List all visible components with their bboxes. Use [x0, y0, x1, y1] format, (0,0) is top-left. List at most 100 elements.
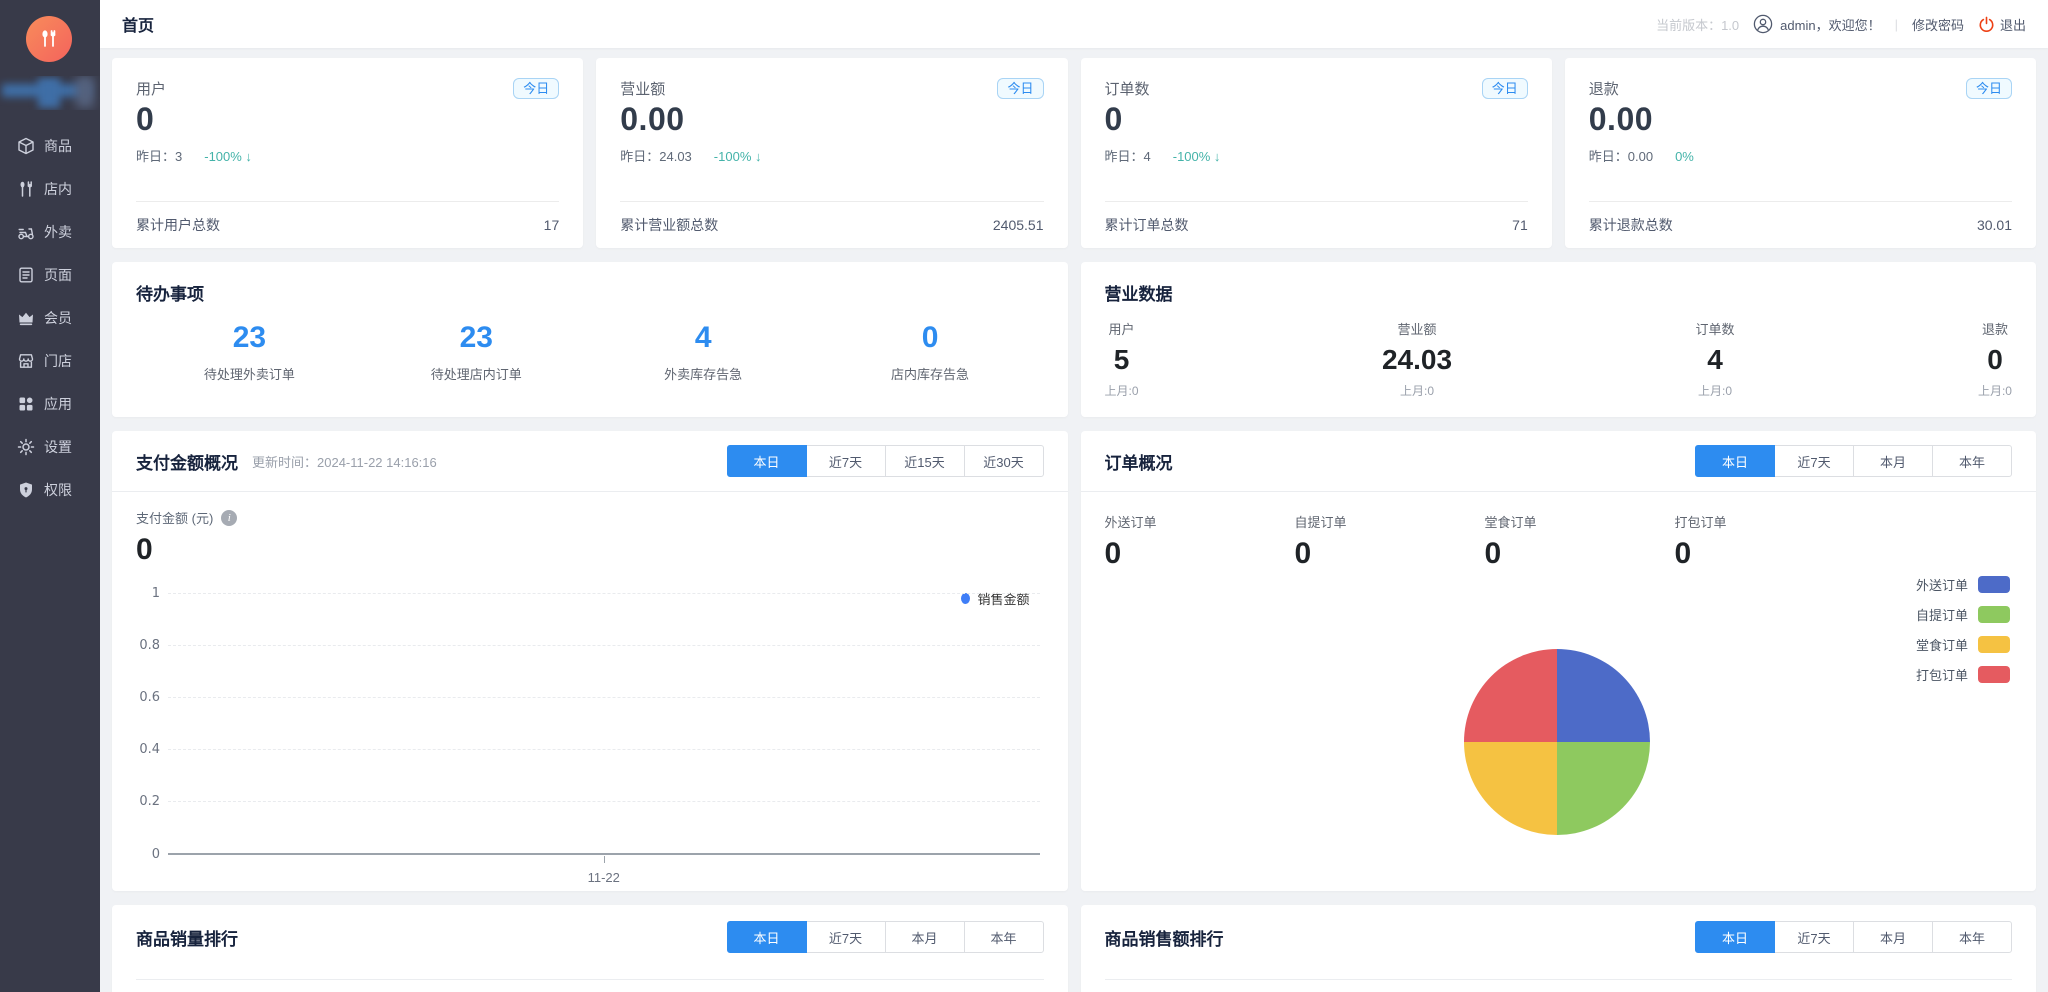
tab-this-month[interactable]: 本月	[885, 921, 965, 953]
user-menu[interactable]: admin，欢迎您！	[1753, 14, 1880, 34]
tab-last7days[interactable]: 近7天	[806, 921, 886, 953]
pie-legend-item-delivery[interactable]: 外送订单	[1916, 575, 2010, 594]
cutlery-logo-icon	[37, 27, 61, 51]
pie-legend-item-dinein[interactable]: 堂食订单	[1916, 635, 2010, 654]
todo-label: 待处理店内订单	[363, 364, 590, 383]
total-value: 2405.51	[993, 217, 1044, 233]
stat-card-value: 0.00	[620, 101, 1043, 138]
yesterday-value: 昨日：3	[136, 149, 182, 164]
todo-count: 23	[136, 321, 363, 355]
order-stat-dinein: 堂食订单 0	[1485, 512, 1675, 571]
sidebar-item-label: 应用	[44, 394, 72, 414]
sidebar-item-apps[interactable]: 应用	[0, 382, 100, 425]
updated-time: 更新时间：2024-11-22 14:16:16	[252, 452, 437, 471]
business-stat-value: 24.03	[1382, 344, 1452, 376]
tab-last7days[interactable]: 近7天	[806, 445, 886, 477]
pie-legend-item-takeaway[interactable]: 打包订单	[1916, 665, 2010, 684]
line-legend-sales[interactable]: 销售金额	[961, 589, 1029, 608]
order-panel-title: 订单概况	[1105, 449, 1173, 474]
page-title: 首页	[122, 12, 154, 36]
total-value: 17	[544, 217, 560, 233]
order-pie-chart	[1464, 649, 1650, 835]
total-label: 累计订单总数	[1105, 215, 1189, 235]
avatar-icon	[1753, 14, 1773, 34]
sidebar-item-settings[interactable]: 设置	[0, 425, 100, 468]
todo-item-instore-stock[interactable]: 0 店内库存告急	[817, 321, 1044, 383]
tab-this-year[interactable]: 本年	[1932, 445, 2012, 477]
logout-button[interactable]: 退出	[1978, 15, 2026, 34]
charts-row: 支付金额概况 更新时间：2024-11-22 14:16:16 本日 近7天 近…	[112, 431, 2036, 891]
rankings-row: 商品销量排行 本日 近7天 本月 本年 商品销售额排行	[112, 905, 2036, 992]
stat-card-orders: 订单数 今日 0 昨日：4-100% ↓ 累计订单总数71	[1081, 58, 1552, 248]
order-stat-label: 堂食订单	[1485, 512, 1675, 531]
rank-panel-title: 商品销售额排行	[1105, 925, 1224, 950]
payment-line-chart: 销售金额 1 0.8 0.6 0.4 0.2 0 11-22	[122, 593, 1044, 853]
tab-last7days[interactable]: 近7天	[1774, 921, 1854, 953]
y-axis-tick: 0.2	[126, 794, 160, 809]
pie-legend-item-pickup[interactable]: 自提订单	[1916, 605, 2010, 624]
tab-today[interactable]: 本日	[727, 445, 807, 477]
todo-item-instore-pending[interactable]: 23 待处理店内订单	[363, 321, 590, 383]
todo-item-takeout-stock[interactable]: 4 外卖库存告急	[590, 321, 817, 383]
business-panel-title: 营业数据	[1105, 280, 2013, 305]
todo-label: 待处理外卖订单	[136, 364, 363, 383]
sidebar-item-instore[interactable]: 店内	[0, 167, 100, 210]
order-stat-label: 打包订单	[1675, 512, 1865, 531]
tab-last7days[interactable]: 近7天	[1774, 445, 1854, 477]
change-password-link[interactable]: 修改密码	[1912, 15, 1964, 34]
stat-card-users: 用户 今日 0 昨日：3-100% ↓ 累计用户总数17	[112, 58, 583, 248]
topbar: 首页 当前版本：1.0 admin，欢迎您！ | 修改密码 退出	[100, 0, 2048, 48]
order-pie-chart-area: 外送订单 自提订单 堂食订单	[1081, 571, 2037, 871]
sidebar-item-label: 商品	[44, 136, 72, 156]
tab-this-year[interactable]: 本年	[1932, 921, 2012, 953]
sidebar-item-takeout[interactable]: 外卖	[0, 210, 100, 253]
change-percent: 0%	[1675, 149, 1694, 164]
divider	[136, 979, 1044, 980]
payment-overview-panel: 支付金额概况 更新时间：2024-11-22 14:16:16 本日 近7天 近…	[112, 431, 1068, 891]
y-axis-tick: 0.6	[126, 690, 160, 705]
info-icon[interactable]: i	[221, 510, 237, 526]
payment-range-tabs: 本日 近7天 近15天 近30天	[727, 445, 1044, 477]
gear-icon	[17, 438, 35, 456]
business-stat-label: 营业额	[1382, 319, 1452, 338]
pie-legend-label: 打包订单	[1916, 665, 1968, 684]
sidebar-item-goods[interactable]: 商品	[0, 124, 100, 167]
tab-today[interactable]: 本日	[727, 921, 807, 953]
sidebar-item-label: 权限	[44, 480, 72, 500]
tab-today[interactable]: 本日	[1695, 921, 1775, 953]
tab-last15days[interactable]: 近15天	[885, 445, 965, 477]
volume-range-tabs: 本日 近7天 本月 本年	[727, 921, 1044, 953]
todo-count: 0	[817, 321, 1044, 355]
welcome-text: admin，欢迎您！	[1780, 15, 1880, 34]
tab-last30days[interactable]: 近30天	[964, 445, 1044, 477]
pie-legend-label: 自提订单	[1916, 605, 1968, 624]
stat-card-title: 用户	[136, 78, 166, 99]
todo-count: 23	[363, 321, 590, 355]
order-range-tabs: 本日 近7天 本月 本年	[1695, 445, 2012, 477]
sidebar-item-pages[interactable]: 页面	[0, 253, 100, 296]
sidebar-item-stores[interactable]: 门店	[0, 339, 100, 382]
app-logo[interactable]	[26, 16, 72, 62]
tab-this-month[interactable]: 本月	[1853, 921, 1933, 953]
version-label: 当前版本：1.0	[1656, 15, 1739, 34]
sidebar-item-label: 页面	[44, 265, 72, 285]
tab-this-year[interactable]: 本年	[964, 921, 1044, 953]
sidebar-item-permissions[interactable]: 权限	[0, 468, 100, 511]
todo-item-takeout-pending[interactable]: 23 待处理外卖订单	[136, 321, 363, 383]
tab-today[interactable]: 本日	[1695, 445, 1775, 477]
scooter-icon	[17, 223, 35, 241]
cutlery-icon	[17, 180, 35, 198]
sidebar-item-members[interactable]: 会员	[0, 296, 100, 339]
todo-count: 4	[590, 321, 817, 355]
pie-legend-swatch	[1978, 606, 2010, 623]
sidebar-item-label: 门店	[44, 351, 72, 371]
stat-card-value: 0	[136, 101, 559, 138]
total-label: 累计营业额总数	[620, 215, 718, 235]
y-axis-tick: 0.8	[126, 638, 160, 653]
order-stat-value: 0	[1105, 537, 1295, 571]
business-stat-label: 用户	[1105, 319, 1139, 338]
todo-label: 外卖库存告急	[590, 364, 817, 383]
tab-this-month[interactable]: 本月	[1853, 445, 1933, 477]
yesterday-value: 昨日：24.03	[620, 149, 692, 164]
brand-logo-blurred	[0, 76, 100, 110]
